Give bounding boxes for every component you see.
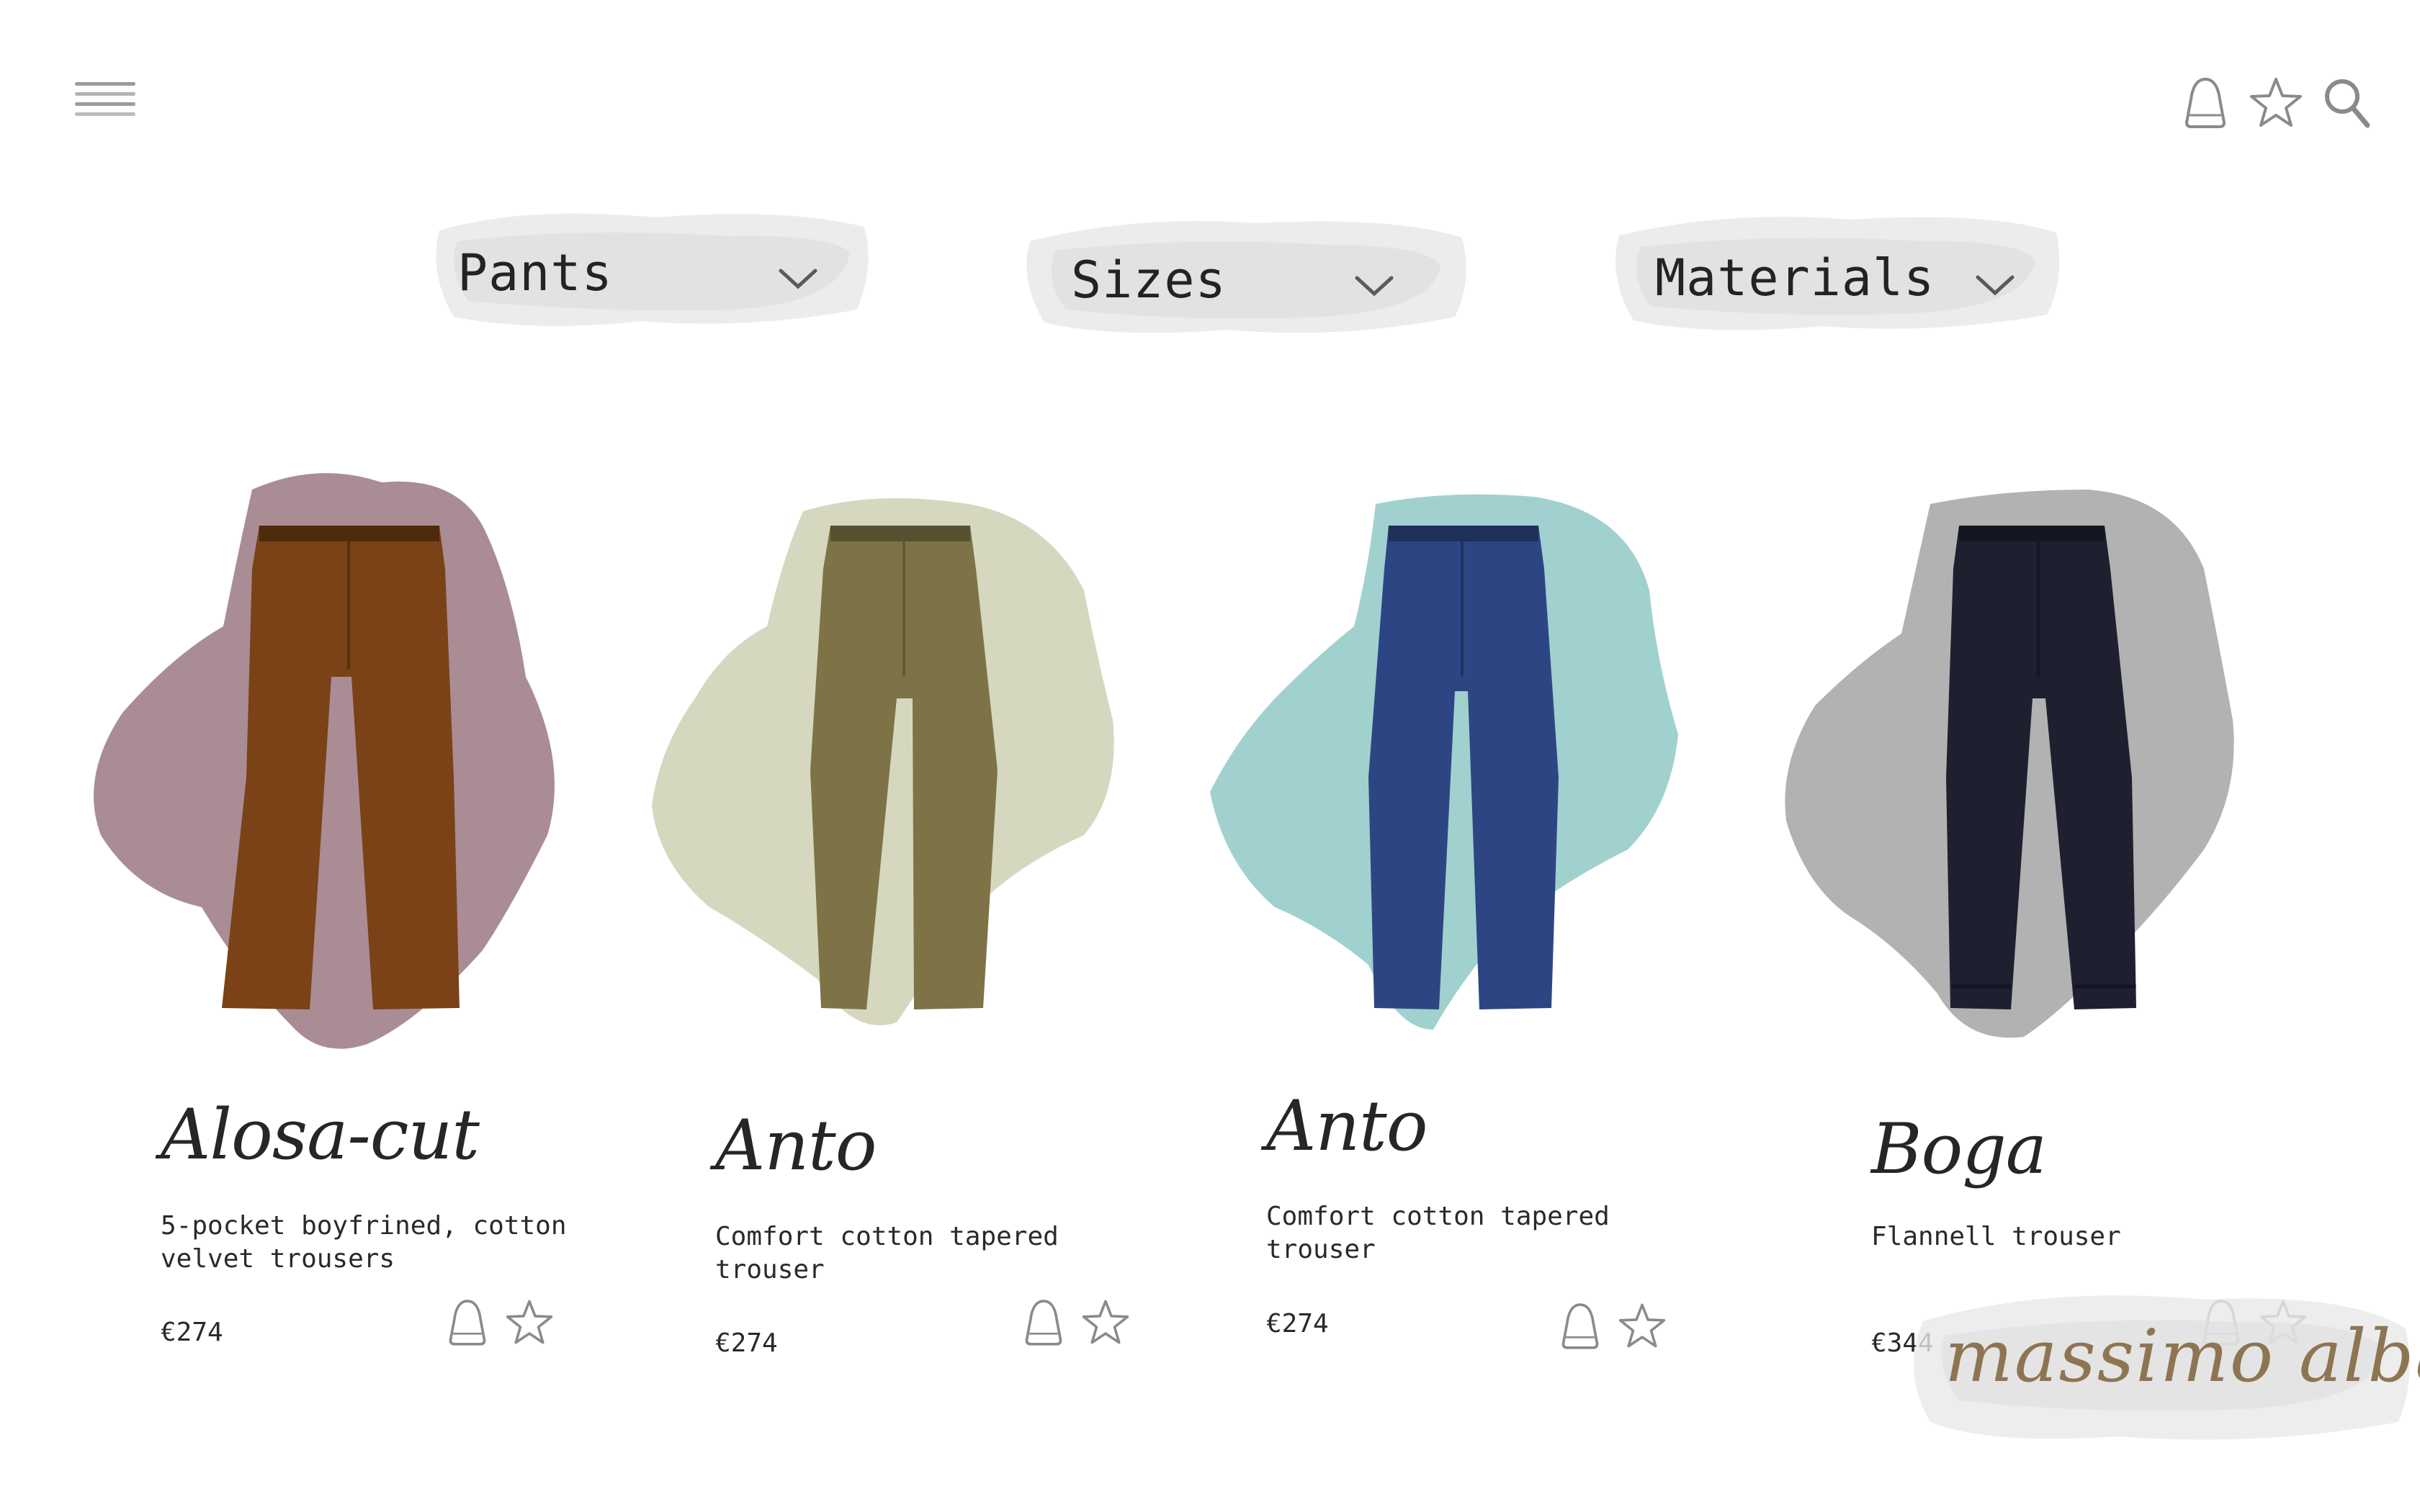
product-actions: [1556, 1300, 1667, 1351]
product-name[interactable]: Anto: [715, 1105, 877, 1186]
filter-pants-dropdown[interactable]: Pants: [425, 202, 879, 338]
product-name[interactable]: Alosa-cut: [161, 1094, 480, 1175]
product-image[interactable]: [79, 461, 583, 1080]
product-actions: [1019, 1296, 1130, 1348]
brand-logo[interactable]: massimo alba: [1901, 1278, 2420, 1451]
search-icon[interactable]: [2319, 73, 2374, 131]
product-card[interactable]: Alosa-cut 5-pocket boyfrined, cotton vel…: [79, 461, 627, 1397]
filter-materials-dropdown[interactable]: Materials: [1606, 205, 2067, 342]
add-to-favorites-star-icon[interactable]: [1618, 1300, 1667, 1351]
filter-sizes-dropdown[interactable]: Sizes: [1019, 209, 1473, 346]
product-photo: [652, 498, 1114, 1025]
product-photo: [94, 473, 555, 1049]
product-card[interactable]: Anto Comfort cotton tapered trouser €274: [637, 461, 1185, 1397]
product-name[interactable]: Anto: [1266, 1086, 1428, 1166]
product-card[interactable]: Anto Comfort cotton tapered trouser €274: [1196, 461, 1743, 1397]
product-photo: [1785, 490, 2234, 1038]
product-price: €274: [715, 1328, 778, 1358]
product-actions: [443, 1296, 554, 1348]
product-price: €274: [161, 1318, 223, 1347]
brand-logo-text: massimo alba: [1945, 1314, 2420, 1398]
filter-label: Materials: [1655, 248, 1935, 307]
add-to-favorites-star-icon[interactable]: [505, 1296, 554, 1348]
chevron-down-icon: [1976, 275, 2015, 296]
product-description: Comfort cotton tapered trouser: [1266, 1202, 1610, 1264]
chevron-down-icon: [779, 269, 817, 289]
product-description: 5-pocket boyfrined, cotton velvet trouse…: [161, 1211, 567, 1274]
add-to-bag-icon[interactable]: [1556, 1300, 1605, 1351]
filter-label: Pants: [457, 243, 613, 302]
product-price: €274: [1266, 1309, 1329, 1338]
star-icon[interactable]: [2249, 73, 2303, 131]
product-name[interactable]: Boga: [1871, 1109, 2047, 1189]
add-to-favorites-star-icon[interactable]: [1081, 1296, 1130, 1348]
product-image[interactable]: [1757, 461, 2262, 1080]
add-to-bag-icon[interactable]: [443, 1296, 492, 1348]
add-to-bag-icon[interactable]: [1019, 1296, 1068, 1348]
product-card[interactable]: Boga Flannell trouser €344: [1757, 461, 2307, 1397]
product-photo: [1210, 494, 1678, 1030]
product-description: Flannell trouser: [1871, 1222, 2121, 1251]
product-image[interactable]: [637, 461, 1142, 1080]
product-description: Comfort cotton tapered trouser: [715, 1222, 1059, 1284]
chevron-down-icon: [1355, 276, 1394, 297]
product-image[interactable]: [1196, 461, 1700, 1080]
hamburger-menu-icon[interactable]: [75, 79, 135, 122]
filter-label: Sizes: [1071, 251, 1227, 310]
shopping-bag-icon[interactable]: [2178, 73, 2233, 131]
header-actions: [2178, 73, 2374, 131]
